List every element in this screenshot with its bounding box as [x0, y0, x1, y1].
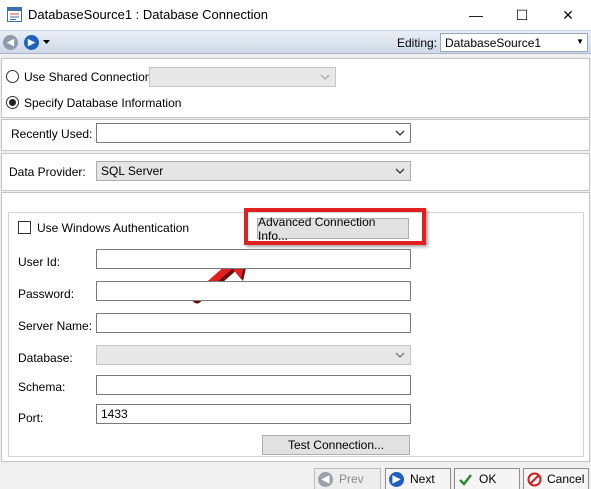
chevron-down-icon: [320, 74, 330, 80]
test-connection-button[interactable]: Test Connection...: [262, 435, 410, 455]
history-dropdown-icon[interactable]: [43, 40, 50, 45]
port-input[interactable]: 1433: [96, 404, 411, 424]
recently-used-select[interactable]: [96, 123, 411, 143]
window-title: DatabaseSource1 : Database Connection: [28, 7, 268, 22]
data-provider-label: Data Provider:: [9, 165, 86, 179]
app-window-icon: [7, 7, 22, 22]
user-id-label: User Id:: [18, 255, 61, 269]
prev-label: Prev: [339, 472, 364, 486]
ok-button[interactable]: OK: [454, 468, 520, 489]
editing-select[interactable]: DatabaseSource1 ▼: [440, 33, 588, 52]
shared-connection-radio[interactable]: [6, 70, 19, 83]
prev-button[interactable]: ◀ Prev: [314, 468, 381, 489]
minimize-button[interactable]: —: [453, 0, 499, 30]
ok-label: OK: [479, 472, 497, 486]
port-label: Port:: [18, 411, 44, 425]
specify-database-radio[interactable]: [6, 96, 19, 109]
cancel-label: Cancel: [547, 472, 585, 486]
cancel-button[interactable]: Cancel: [523, 468, 589, 489]
minimize-icon: —: [469, 7, 483, 23]
close-button[interactable]: ✕: [545, 0, 591, 30]
test-connection-label: Test Connection...: [287, 438, 385, 452]
highlight-box: [244, 208, 426, 245]
chevron-down-icon: [395, 168, 405, 174]
recently-used-label: Recently Used:: [11, 127, 93, 141]
next-label: Next: [410, 472, 435, 486]
server-name-input[interactable]: [96, 313, 411, 333]
editing-label: Editing:: [397, 36, 438, 50]
chevron-down-icon: ▼: [576, 37, 584, 46]
windows-auth-label: Use Windows Authentication: [37, 221, 190, 235]
check-icon: [459, 473, 472, 486]
schema-label: Schema:: [18, 380, 66, 394]
schema-input[interactable]: [96, 375, 411, 395]
next-button[interactable]: ▶ Next: [385, 468, 451, 489]
maximize-button[interactable]: ☐: [499, 0, 545, 30]
port-value: 1433: [101, 407, 128, 421]
cancel-icon: [527, 472, 542, 486]
data-provider-value: SQL Server: [101, 164, 164, 178]
server-name-label: Server Name:: [18, 319, 93, 333]
data-provider-select[interactable]: SQL Server: [96, 161, 411, 181]
maximize-icon: ☐: [515, 6, 529, 23]
shared-connection-label: Use Shared Connection: [24, 70, 152, 84]
password-label: Password:: [18, 287, 75, 301]
password-input[interactable]: [96, 281, 411, 301]
editing-value: DatabaseSource1: [445, 36, 542, 50]
forward-arrow-icon[interactable]: ▶: [24, 35, 39, 50]
chevron-down-icon: [395, 352, 405, 358]
windows-auth-checkbox[interactable]: [18, 221, 31, 234]
next-arrow-icon: ▶: [389, 471, 404, 487]
back-arrow-icon[interactable]: ◀: [3, 35, 18, 50]
user-id-input[interactable]: [96, 249, 411, 269]
toolbar: ◀ ▶ Editing: DatabaseSource1 ▼: [0, 30, 591, 54]
specify-database-label: Specify Database Information: [24, 96, 182, 110]
database-select[interactable]: [96, 345, 411, 365]
database-label: Database:: [18, 351, 73, 365]
chevron-down-icon: [395, 130, 405, 136]
shared-connection-select[interactable]: [149, 67, 336, 87]
prev-arrow-icon: ◀: [318, 471, 333, 487]
close-icon: ✕: [562, 6, 574, 23]
title-bar: DatabaseSource1 : Database Connection — …: [0, 0, 591, 30]
